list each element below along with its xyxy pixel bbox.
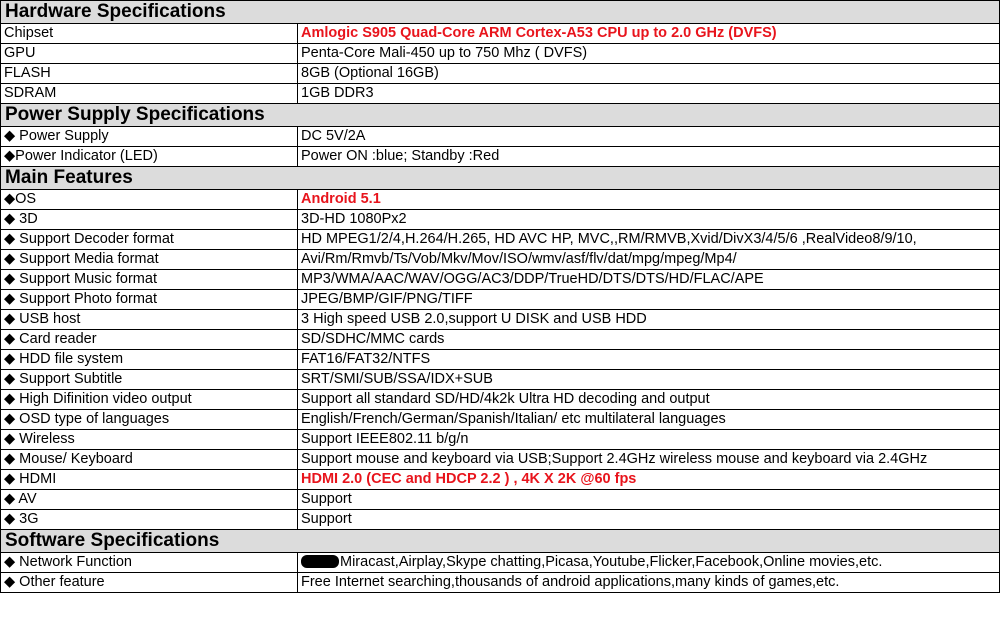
table-row: ◆ HDMI HDMI 2.0 (CEC and HDCP 2.2 ) , 4K … xyxy=(0,469,1000,490)
spec-label: GPU xyxy=(0,43,298,64)
table-row: ◆ Support Media format Avi/Rm/Rmvb/Ts/Vob… xyxy=(0,249,1000,270)
table-row: Chipset Amlogic S905 Quad-Core ARM Cortex… xyxy=(0,23,1000,44)
table-row: ◆ HDD file system FAT16/FAT32/NTFS xyxy=(0,349,1000,370)
section-header-hardware: Hardware Specifications xyxy=(0,0,1000,24)
section-header-main: Main Features xyxy=(0,166,1000,190)
spec-label: ◆ USB host xyxy=(0,309,298,330)
spec-value: SRT/SMI/SUB/SSA/IDX+SUB xyxy=(296,369,1000,390)
spec-value: Support xyxy=(296,489,1000,510)
section-header-power: Power Supply Specifications xyxy=(0,103,1000,127)
spec-table: Hardware Specifications Chipset Amlogic S9… xyxy=(0,0,1000,593)
spec-label: ◆Power Indicator (LED) xyxy=(0,146,298,167)
spec-value: HDMI 2.0 (CEC and HDCP 2.2 ) , 4K X 2K @… xyxy=(296,469,1000,490)
table-row: ◆ Support Subtitle SRT/SMI/SUB/SSA/IDX+SU… xyxy=(0,369,1000,390)
spec-label: ◆ Support Photo format xyxy=(0,289,298,310)
spec-label: ◆ Network Function xyxy=(0,552,298,573)
spec-value: HD MPEG1/2/4,H.264/H.265, HD AVC HP, MVC… xyxy=(296,229,1000,250)
spec-label: ◆ Other feature xyxy=(0,572,298,593)
spec-label: ◆ Card reader xyxy=(0,329,298,350)
table-row: ◆ 3D 3D-HD 1080Px2 xyxy=(0,209,1000,230)
spec-value: Avi/Rm/Rmvb/Ts/Vob/Mkv/Mov/ISO/wmv/asf/f… xyxy=(296,249,1000,270)
spec-label: ◆ HDD file system xyxy=(0,349,298,370)
spec-value: Amlogic S905 Quad-Core ARM Cortex-A53 CP… xyxy=(296,23,1000,44)
spec-label: ◆ Support Subtitle xyxy=(0,369,298,390)
table-row: ◆ Support Music format MP3/WMA/AAC/WAV/OG… xyxy=(0,269,1000,290)
spec-label: ◆ Power Supply xyxy=(0,126,298,147)
table-row: ◆ Mouse/ Keyboard Support mouse and keybo… xyxy=(0,449,1000,470)
table-row: ◆ Power Supply DC 5V/2A xyxy=(0,126,1000,147)
table-row: ◆ Support Decoder format HD MPEG1/2/4,H.2… xyxy=(0,229,1000,250)
spec-value: MP3/WMA/AAC/WAV/OGG/AC3/DDP/TrueHD/DTS/D… xyxy=(296,269,1000,290)
spec-value: 8GB (Optional 16GB) xyxy=(296,63,1000,84)
spec-value: 3 High speed USB 2.0,support U DISK and … xyxy=(296,309,1000,330)
spec-value: JPEG/BMP/GIF/PNG/TIFF xyxy=(296,289,1000,310)
spec-label: SDRAM xyxy=(0,83,298,104)
spec-value: FAT16/FAT32/NTFS xyxy=(296,349,1000,370)
spec-label: ◆ Support Media format xyxy=(0,249,298,270)
spec-value: 1GB DDR3 xyxy=(296,83,1000,104)
table-row: ◆ 3G Support xyxy=(0,509,1000,530)
section-title: Main Features xyxy=(0,166,1000,190)
redaction-mark xyxy=(301,555,339,568)
table-row: ◆ Support Photo format JPEG/BMP/GIF/PNG/T… xyxy=(0,289,1000,310)
spec-label: ◆ Support Decoder format xyxy=(0,229,298,250)
spec-value: English/French/German/Spanish/Italian/ e… xyxy=(296,409,1000,430)
section-title: Software Specifications xyxy=(0,529,1000,553)
table-row: ◆OS Android 5.1 xyxy=(0,189,1000,210)
section-title: Power Supply Specifications xyxy=(0,103,1000,127)
table-row: GPU Penta-Core Mali-450 up to 750 Mhz ( D… xyxy=(0,43,1000,64)
spec-label: ◆ AV xyxy=(0,489,298,510)
spec-label: Chipset xyxy=(0,23,298,44)
table-row: ◆ Card reader SD/SDHC/MMC cards xyxy=(0,329,1000,350)
spec-value: DC 5V/2A xyxy=(296,126,1000,147)
table-row: ◆ AV Support xyxy=(0,489,1000,510)
spec-value: Power ON :blue; Standby :Red xyxy=(296,146,1000,167)
table-row: ◆ Wireless Support IEEE802.11 b/g/n xyxy=(0,429,1000,450)
spec-label: ◆ Support Music format xyxy=(0,269,298,290)
table-row: SDRAM 1GB DDR3 xyxy=(0,83,1000,104)
spec-value-text: Miracast,Airplay,Skype chatting,Picasa,Y… xyxy=(340,554,883,570)
table-row: ◆ Network Function Miracast,Airplay,Skype… xyxy=(0,552,1000,573)
table-row: ◆ High Difinition video output Support al… xyxy=(0,389,1000,410)
section-title: Hardware Specifications xyxy=(0,0,1000,24)
spec-label: ◆ 3G xyxy=(0,509,298,530)
spec-label: ◆ Mouse/ Keyboard xyxy=(0,449,298,470)
spec-value: 3D-HD 1080Px2 xyxy=(296,209,1000,230)
spec-value: Penta-Core Mali-450 up to 750 Mhz ( DVFS… xyxy=(296,43,1000,64)
spec-value: Support xyxy=(296,509,1000,530)
table-row: ◆Power Indicator (LED) Power ON :blue; St… xyxy=(0,146,1000,167)
spec-label: ◆OS xyxy=(0,189,298,210)
section-header-software: Software Specifications xyxy=(0,529,1000,553)
table-row: ◆ OSD type of languages English/French/Ge… xyxy=(0,409,1000,430)
spec-value: SD/SDHC/MMC cards xyxy=(296,329,1000,350)
spec-label: ◆ Wireless xyxy=(0,429,298,450)
spec-value: Support IEEE802.11 b/g/n xyxy=(296,429,1000,450)
spec-label: ◆ HDMI xyxy=(0,469,298,490)
spec-value: Support mouse and keyboard via USB;Suppo… xyxy=(296,449,1000,470)
spec-label: ◆ High Difinition video output xyxy=(0,389,298,410)
spec-value: Android 5.1 xyxy=(296,189,1000,210)
spec-value: Miracast,Airplay,Skype chatting,Picasa,Y… xyxy=(296,552,1000,573)
spec-label: ◆ OSD type of languages xyxy=(0,409,298,430)
spec-value: Free Internet searching,thousands of and… xyxy=(296,572,1000,593)
table-row: ◆ Other feature Free Internet searching,t… xyxy=(0,572,1000,593)
spec-value: Support all standard SD/HD/4k2k Ultra HD… xyxy=(296,389,1000,410)
table-row: FLASH 8GB (Optional 16GB) xyxy=(0,63,1000,84)
spec-table-body: Hardware Specifications Chipset Amlogic S9… xyxy=(0,0,1000,593)
table-row: ◆ USB host 3 High speed USB 2.0,support U… xyxy=(0,309,1000,330)
spec-label: FLASH xyxy=(0,63,298,84)
spec-label: ◆ 3D xyxy=(0,209,298,230)
